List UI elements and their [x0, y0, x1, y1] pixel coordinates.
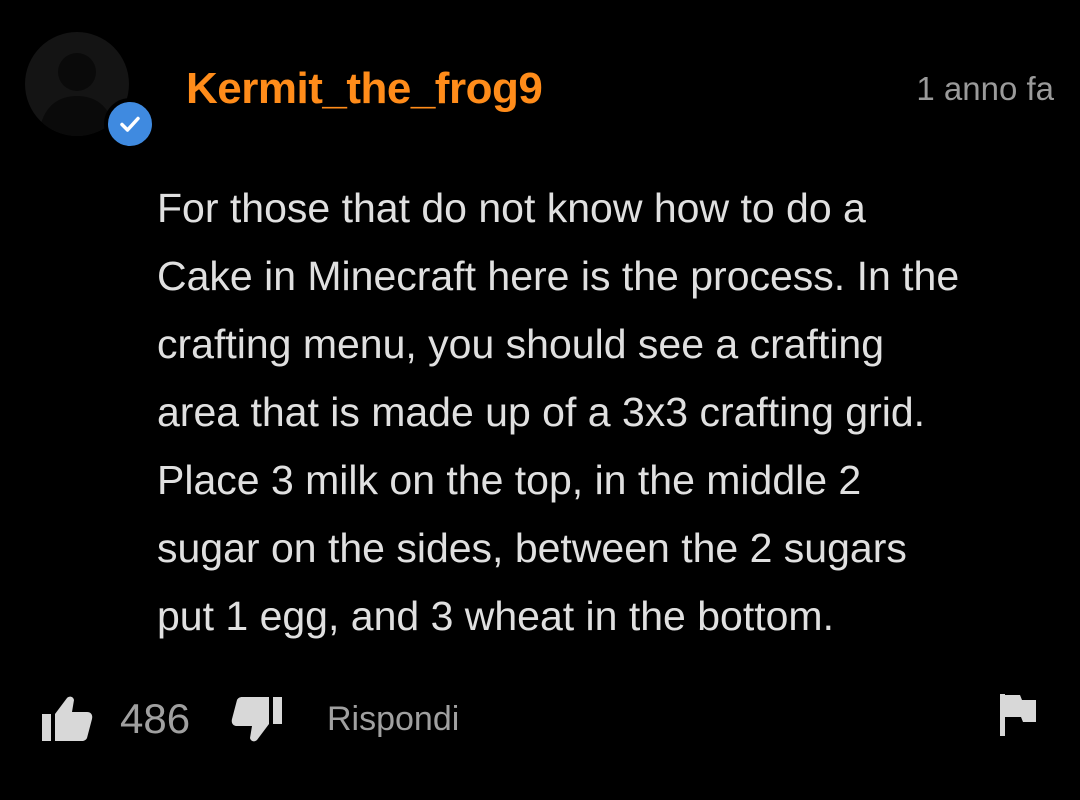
- comment-text: For those that do not know how to do a C…: [157, 174, 1057, 650]
- like-button[interactable]: [40, 694, 94, 744]
- verified-badge: [104, 98, 156, 150]
- dislike-button[interactable]: [230, 694, 284, 744]
- comment-text-line: sugar on the sides, between the 2 sugars: [157, 525, 907, 571]
- comment-text-line: put 1 egg, and 3 wheat in the bottom.: [157, 593, 834, 639]
- username[interactable]: Kermit_the_frog9: [186, 64, 543, 114]
- report-button[interactable]: [996, 690, 1040, 738]
- thumbs-down-icon: [231, 697, 282, 742]
- comment: Kermit_the_frog9 1 anno fa For those tha…: [0, 0, 1080, 800]
- comment-text-line: Cake in Minecraft here is the process. I…: [157, 253, 960, 299]
- comment-text-line: For those that do not know how to do a: [157, 185, 866, 231]
- comment-text-line: Place 3 milk on the top, in the middle 2: [157, 457, 862, 503]
- flag-icon: [1000, 694, 1036, 736]
- like-count: 486: [120, 695, 191, 742]
- comment-text-line: area that is made up of a 3x3 crafting g…: [157, 389, 926, 435]
- comment-text-line: crafting menu, you should see a crafting: [157, 321, 885, 367]
- thumbs-up-icon: [42, 696, 93, 741]
- timestamp: 1 anno fa: [916, 70, 1054, 107]
- reply-button[interactable]: Rispondi: [327, 700, 459, 739]
- checkmark-icon: [120, 116, 140, 132]
